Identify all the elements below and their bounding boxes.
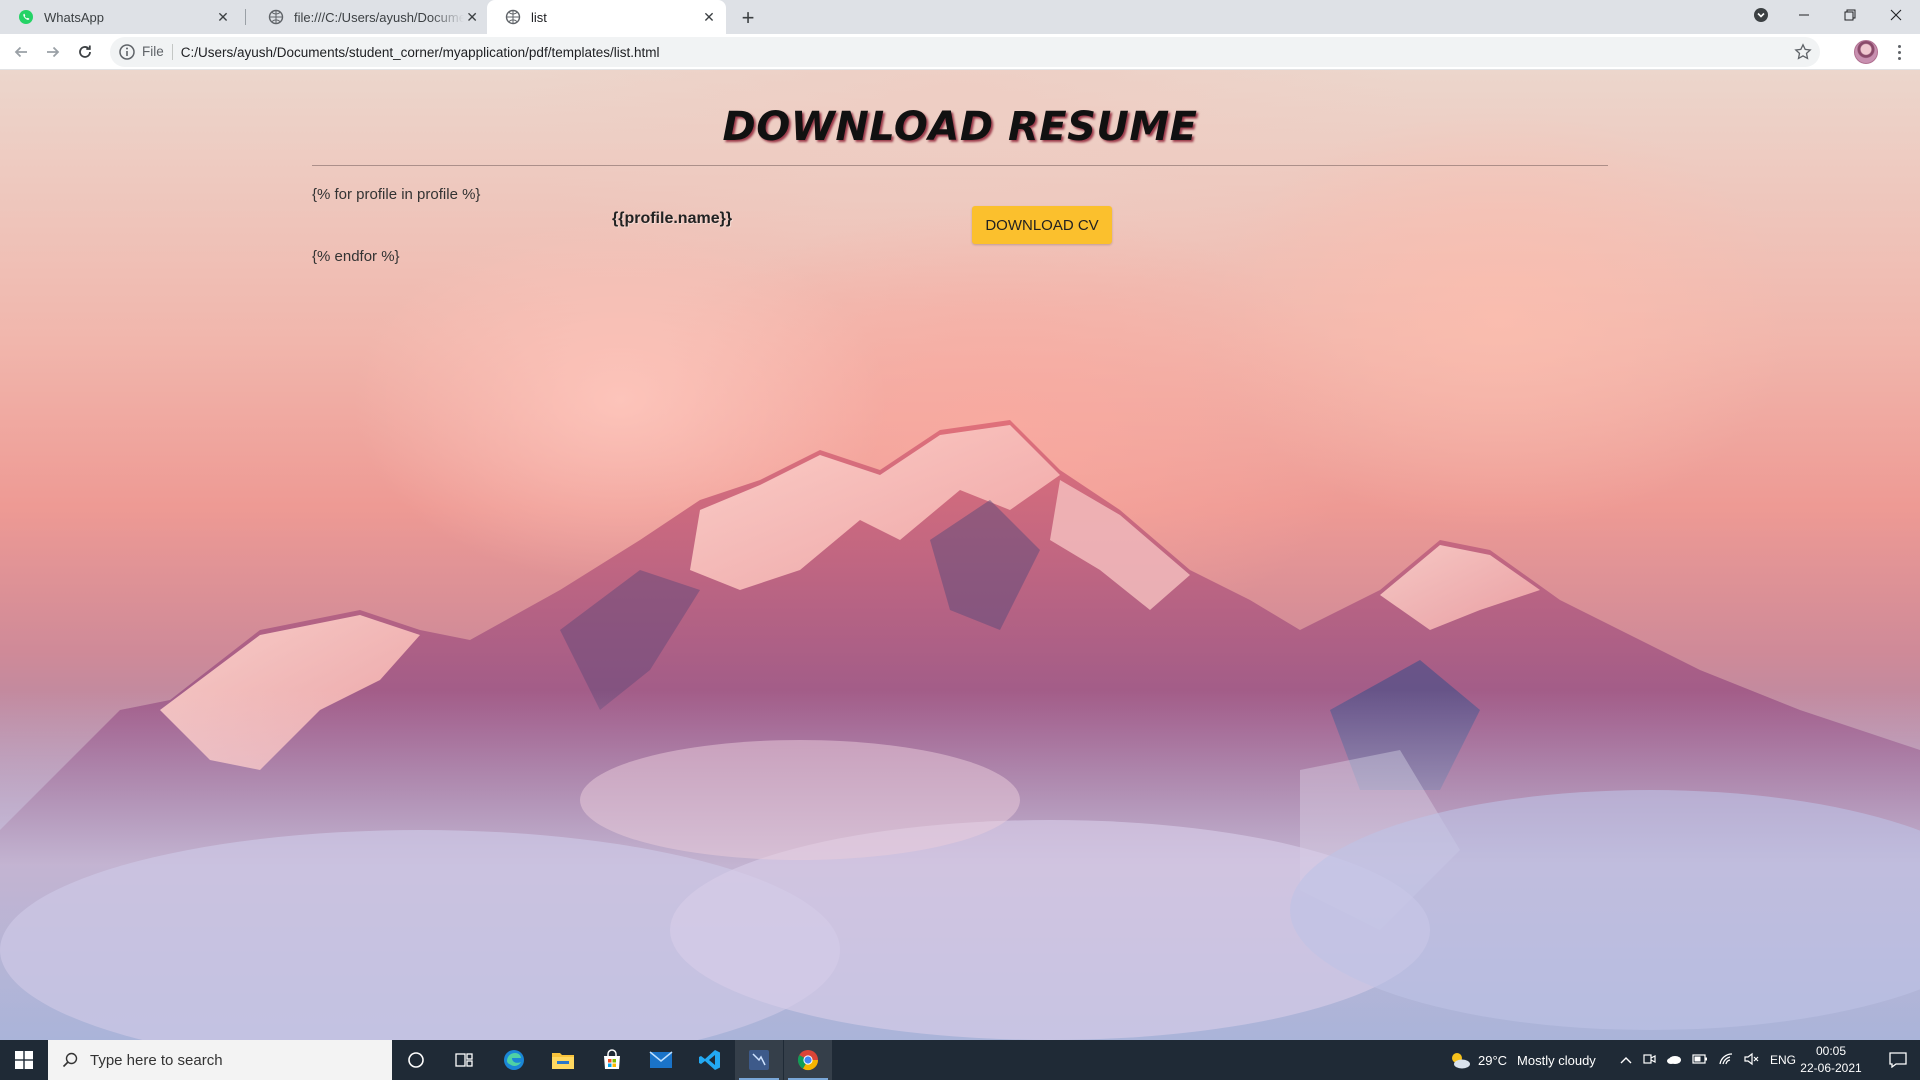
vscode-icon[interactable] [686, 1040, 734, 1080]
new-tab-button[interactable]: + [734, 4, 762, 32]
cortana-icon[interactable] [392, 1040, 440, 1080]
close-tab-icon[interactable]: ✕ [464, 4, 480, 30]
download-cv-button[interactable]: DOWNLOAD CV [972, 206, 1112, 244]
arrow-left-icon [14, 46, 27, 58]
bookmark-star-icon[interactable] [1794, 43, 1812, 61]
tab-title: file:///C:/Users/ayush/Documents/student… [294, 9, 465, 25]
reload-button[interactable] [70, 37, 100, 67]
clock-date: 22-06-2021 [1800, 1061, 1862, 1075]
browser-menu-button[interactable] [1888, 37, 1910, 67]
browser-toolbar: File C:/Users/ayush/Documents/student_co… [0, 34, 1920, 70]
meet-now-icon[interactable] [1642, 1052, 1656, 1069]
template-loop-start: {% for profile in profile %} [312, 186, 481, 203]
file-explorer-icon[interactable] [539, 1040, 587, 1080]
weather-condition: Mostly cloudy [1517, 1052, 1596, 1068]
clock-time: 00:05 [1815, 1044, 1847, 1058]
app-icon[interactable] [735, 1040, 783, 1080]
windows-logo-icon [15, 1051, 33, 1069]
task-view-icon[interactable] [440, 1040, 488, 1080]
profile-name: {{profile.name}} [612, 210, 733, 227]
tab-separator [245, 9, 246, 25]
wifi-icon[interactable] [1718, 1052, 1734, 1069]
globe-icon [268, 9, 284, 25]
template-loop-end: {% endfor %} [312, 248, 400, 265]
system-tray-icons: ENG [1620, 1040, 1796, 1080]
store-icon[interactable] [588, 1040, 636, 1080]
address-bar[interactable]: File C:/Users/ayush/Documents/student_co… [110, 37, 1820, 67]
onedrive-icon[interactable] [1666, 1053, 1682, 1068]
minimize-button[interactable] [1781, 0, 1827, 30]
profile-avatar[interactable] [1854, 40, 1878, 64]
forward-button[interactable] [38, 37, 68, 67]
tab-search-icon[interactable] [1738, 0, 1784, 30]
chrome-icon[interactable] [784, 1040, 832, 1080]
arrow-right-icon [47, 46, 60, 58]
search-icon [62, 1052, 78, 1068]
url-scheme-label: File [142, 44, 173, 60]
mountain-background-image [0, 420, 1920, 1040]
tab-file[interactable]: file:///C:/Users/ayush/Documents/student… [250, 0, 484, 34]
search-placeholder: Type here to search [90, 1051, 223, 1069]
weather-widget[interactable]: 29°C Mostly cloudy [1448, 1040, 1596, 1080]
taskbar-search-box[interactable]: Type here to search [48, 1040, 392, 1080]
battery-icon[interactable] [1692, 1053, 1708, 1068]
cloudy-weather-icon [1452, 1053, 1470, 1069]
restore-button[interactable] [1827, 0, 1873, 30]
page-viewport: DOWNLOAD RESUME {% for profile in profil… [0, 70, 1920, 1040]
volume-muted-icon[interactable] [1744, 1052, 1760, 1069]
tab-whatsapp[interactable]: WhatsApp ✕ [0, 0, 240, 34]
tab-list[interactable]: list ✕ [487, 0, 726, 34]
close-tab-icon[interactable]: ✕ [696, 4, 722, 30]
url-text[interactable]: C:/Users/ayush/Documents/student_corner/… [181, 45, 660, 60]
close-tab-icon[interactable]: ✕ [210, 4, 236, 30]
tab-title: WhatsApp [44, 9, 104, 25]
tab-title: list [531, 9, 547, 25]
page-title: DOWNLOAD RESUME [722, 104, 1198, 150]
globe-icon [505, 9, 521, 25]
taskbar-clock[interactable]: 00:05 22-06-2021 [1790, 1043, 1872, 1077]
title-divider [312, 165, 1608, 166]
start-button[interactable] [0, 1040, 48, 1080]
weather-temperature: 29°C [1478, 1052, 1508, 1068]
edge-icon[interactable] [490, 1040, 538, 1080]
windows-taskbar: Type here to search 29°C Mostly cloudy E… [0, 1040, 1920, 1080]
notification-icon [1889, 1052, 1907, 1068]
back-button[interactable] [6, 37, 36, 67]
close-window-button[interactable] [1873, 0, 1919, 30]
tab-strip: WhatsApp ✕ file:///C:/Users/ayush/Docume… [0, 0, 1920, 34]
reload-icon [79, 45, 91, 58]
chevron-up-icon[interactable] [1620, 1053, 1632, 1068]
action-center-button[interactable] [1876, 1040, 1920, 1080]
whatsapp-icon [19, 10, 33, 24]
mail-icon[interactable] [637, 1040, 685, 1080]
info-icon[interactable] [118, 43, 136, 61]
